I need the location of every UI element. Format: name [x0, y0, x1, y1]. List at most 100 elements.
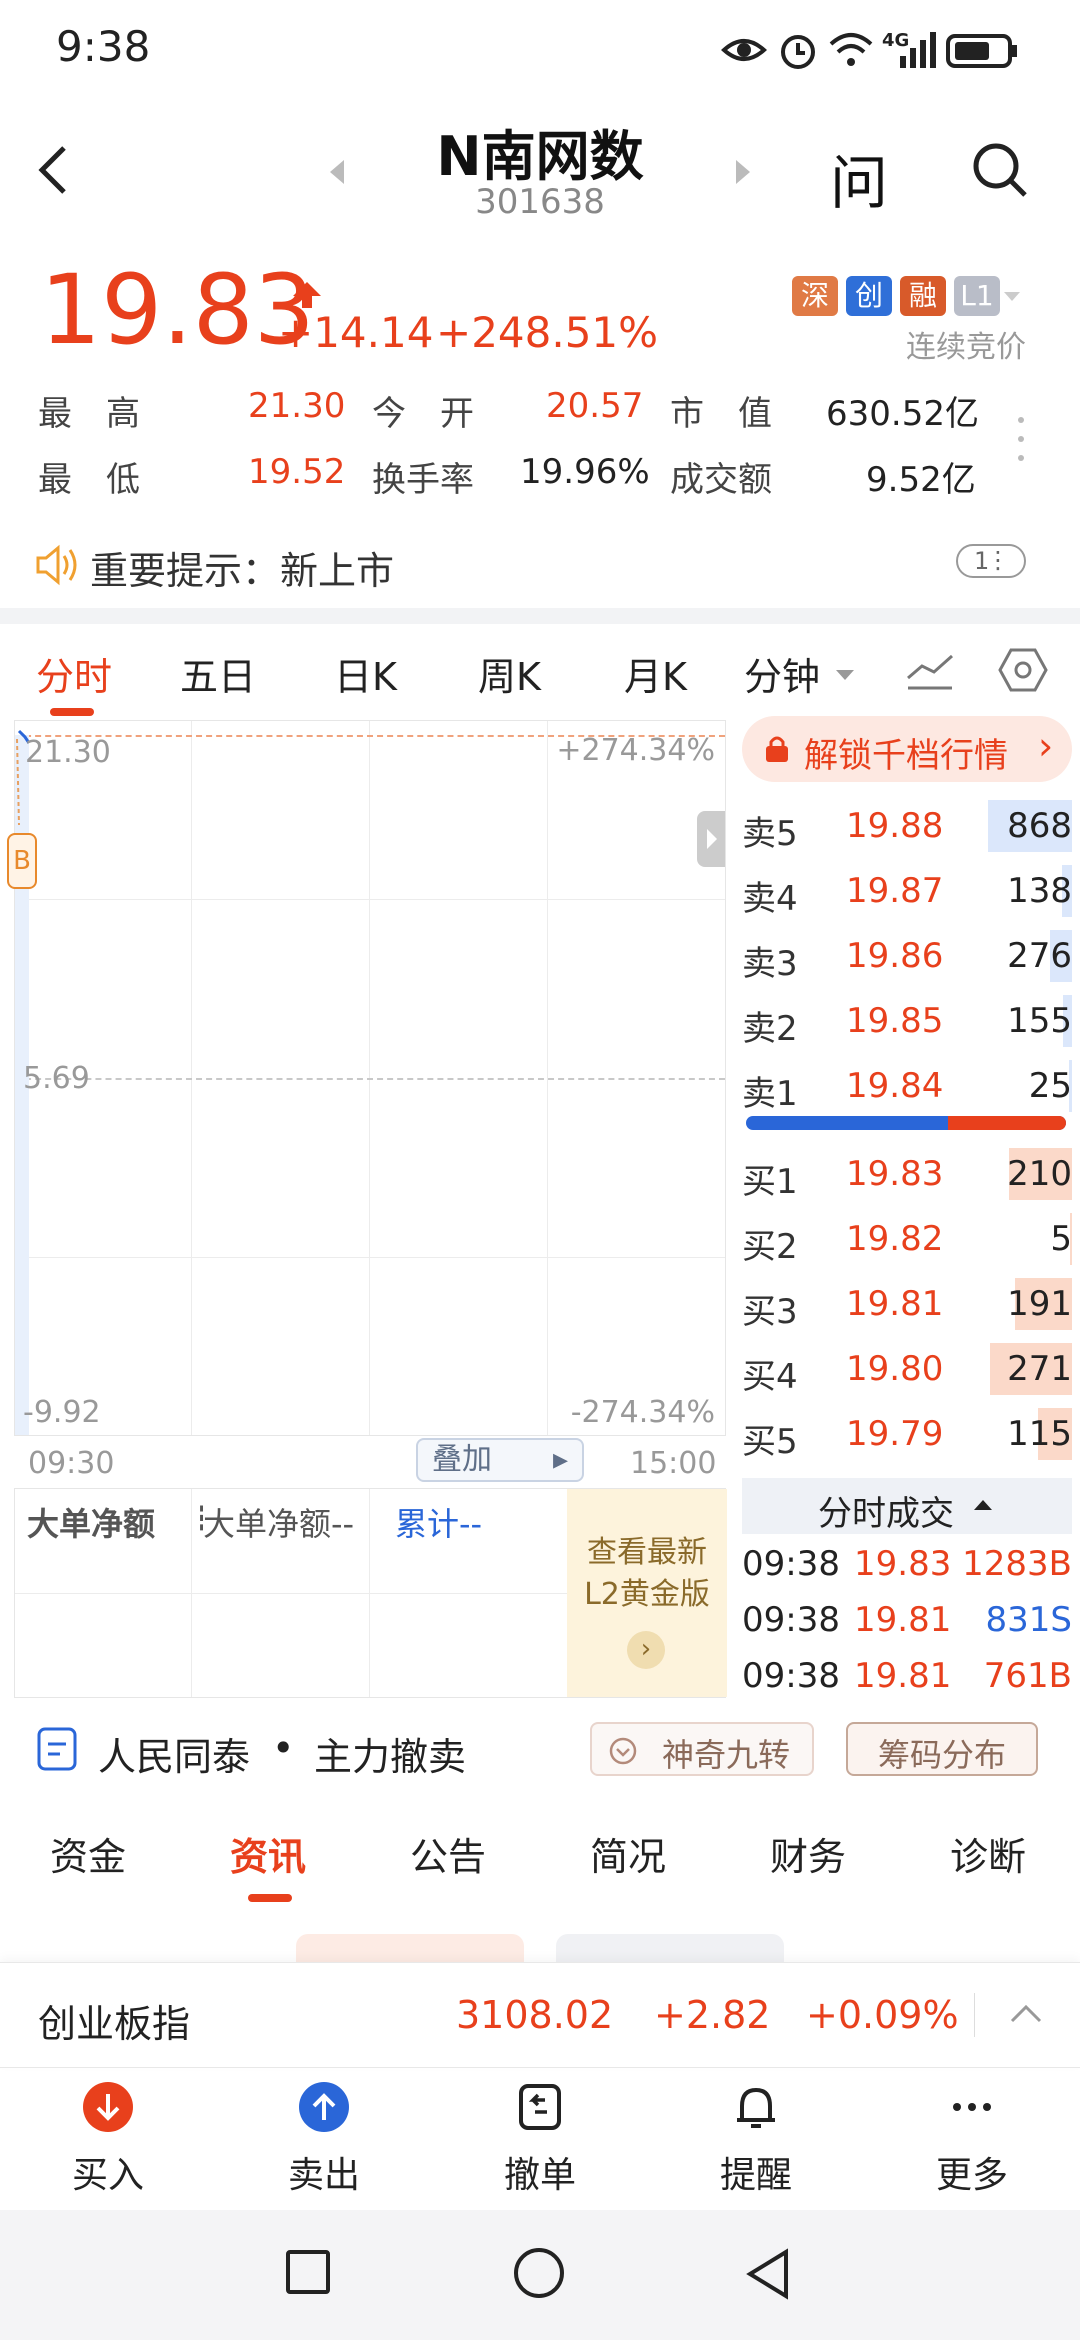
bid-level-row[interactable]: 买5 19.79 115 [742, 1404, 1072, 1464]
tab-daily-k[interactable]: 日K [334, 646, 397, 701]
strategy-stock[interactable]: 人民同泰 [98, 1726, 250, 1781]
signal-icon [900, 32, 936, 68]
tab-diagnosis[interactable]: 诊断 [950, 1826, 1026, 1881]
next-stock-icon[interactable] [736, 160, 750, 184]
auction-status: 连续竞价 [906, 330, 1026, 365]
chip-distribution-button[interactable]: 筹码分布 [846, 1722, 1038, 1776]
search-icon[interactable] [970, 140, 1030, 200]
bid-price: 19.82 [846, 1219, 944, 1259]
chart-time-start: 09:30 [28, 1446, 115, 1481]
bid-level-row[interactable]: 买1 19.83 210 [742, 1144, 1072, 1204]
level-tag[interactable]: L1 [954, 276, 1000, 316]
ask-volume: 138 [1007, 871, 1072, 911]
tab-news[interactable]: 资讯 [230, 1826, 306, 1881]
sub-tab-peek [296, 1934, 524, 1964]
ask-level-label: 卖1 [742, 1074, 798, 1114]
strategy-dot: • [272, 1726, 295, 1770]
tick-price: 19.81 [854, 1600, 952, 1640]
tab-monthly-k[interactable]: 月K [624, 646, 687, 701]
battery-icon [946, 34, 1017, 68]
intraday-chart[interactable]: B 21.30 5.69 -9.92 +274.34% -274.34% [7, 720, 726, 1436]
stock-code: 301638 [475, 182, 605, 222]
more-button[interactable]: 更多 [912, 2080, 1032, 2198]
tick-time: 09:38 [742, 1544, 840, 1584]
more-label: 更多 [935, 2155, 1008, 2196]
ask-button[interactable]: 问 [830, 136, 888, 220]
minute-dropdown-icon[interactable] [836, 670, 854, 680]
big-order-panel: 大单净额 ⋮ 大单净额-- 累计-- 查看最新 L2黄金版 › [14, 1488, 727, 1698]
indicator-settings-icon[interactable] [904, 648, 956, 692]
system-back-icon[interactable] [744, 2248, 794, 2300]
tab-news-indicator [248, 1894, 292, 1902]
ask-level-label: 卖5 [742, 814, 798, 854]
home-icon[interactable] [514, 2248, 564, 2298]
ask-level-row[interactable]: 卖5 19.88 868 [742, 796, 1072, 856]
level-dropdown-icon[interactable] [1004, 292, 1020, 301]
bid-level-row[interactable]: 买4 19.80 271 [742, 1339, 1072, 1399]
system-nav-bar [0, 2210, 1080, 2340]
cancel-order-button[interactable]: 撤单 [480, 2080, 600, 2198]
strategy-icon [37, 1727, 77, 1771]
stat-mktcap-label: 市 值 [670, 394, 772, 434]
tab-minute[interactable]: 分钟 [744, 646, 820, 701]
tab-announcements[interactable]: 公告 [410, 1826, 486, 1881]
bid-price: 19.80 [846, 1349, 944, 1389]
tick-volume: 1283B [962, 1544, 1072, 1584]
chart-expand-handle[interactable] [697, 811, 725, 867]
big-order-title[interactable]: 大单净额 [27, 1499, 156, 1545]
bid-volume: 115 [1007, 1414, 1072, 1454]
speaker-icon [36, 544, 77, 586]
alarm-icon [781, 35, 815, 69]
bid-level-row[interactable]: 买2 19.82 5 [742, 1209, 1072, 1269]
magic-nine-button[interactable]: 神奇九转 [590, 1722, 814, 1776]
stat-turnover-label: 换手率 [372, 460, 474, 500]
sell-button[interactable]: 卖出 [264, 2080, 384, 2198]
market-tag-chuang: 创 [846, 276, 892, 316]
ask-price: 19.85 [846, 1001, 944, 1041]
ask-price: 19.88 [846, 806, 944, 846]
section-divider [0, 608, 1080, 624]
l2-promo[interactable]: 查看最新 L2黄金版 › [567, 1489, 727, 1697]
ask-volume: 25 [1028, 1066, 1072, 1106]
buy-button[interactable]: 买入 [48, 2080, 168, 2198]
notice-count-badge[interactable]: 1 ⋮ [956, 544, 1026, 578]
ask-level-row[interactable]: 卖3 19.86 276 [742, 926, 1072, 986]
chart-settings-icon[interactable] [998, 646, 1048, 694]
overlay-button[interactable]: 叠加 ▸ [416, 1438, 584, 1482]
bid-volume: 210 [1007, 1154, 1072, 1194]
more-stats-icon[interactable] [1016, 414, 1026, 464]
recents-icon[interactable] [286, 2250, 330, 2294]
index-value: 3108.02 [456, 1993, 614, 2037]
stat-open-value: 20.57 [546, 386, 644, 426]
chart-hgrid [15, 1257, 725, 1258]
chevron-up-icon[interactable] [1008, 2001, 1044, 2025]
more-icon [953, 2103, 991, 2111]
ask-level-row[interactable]: 卖2 19.85 155 [742, 991, 1072, 1051]
bid-level-row[interactable]: 买3 19.81 191 [742, 1274, 1072, 1334]
ticks-header[interactable]: 分时成交 [742, 1478, 1072, 1534]
tick-volume: 831S [985, 1600, 1072, 1640]
tab-five-day[interactable]: 五日 [180, 646, 256, 701]
tab-weekly-k[interactable]: 周K [478, 646, 541, 701]
sell-label: 卖出 [287, 2155, 360, 2196]
index-name: 创业板指 [38, 2002, 191, 2046]
tab-funds[interactable]: 资金 [50, 1826, 126, 1881]
strategy-signal[interactable]: 主力撤卖 [314, 1726, 466, 1781]
tab-profile[interactable]: 简况 [590, 1826, 666, 1881]
ticks-collapse-icon[interactable] [974, 1500, 992, 1510]
sell-icon [299, 2082, 349, 2132]
unlock-level-button[interactable]: 解锁千档行情 › [742, 716, 1072, 782]
eye-icon [721, 39, 767, 61]
buy-marker[interactable]: B [7, 833, 37, 889]
tab-intraday[interactable]: 分时 [36, 646, 112, 701]
market-tag-shen: 深 [792, 276, 838, 316]
tab-finance[interactable]: 财务 [770, 1826, 846, 1881]
notice-bar[interactable]: 重要提示：新上市 1 ⋮ [0, 530, 1080, 600]
ask-level-row[interactable]: 卖1 19.84 25 [742, 1056, 1072, 1116]
index-bar[interactable]: 创业板指 3108.02 +2.82 +0.09% [0, 1962, 1080, 2068]
ask-level-row[interactable]: 卖4 19.87 138 [742, 861, 1072, 921]
alert-button[interactable]: 提醒 [696, 2080, 816, 2198]
ask-volume: 276 [1007, 936, 1072, 976]
index-divider [974, 1993, 975, 2037]
tick-volume: 761B [983, 1656, 1072, 1696]
